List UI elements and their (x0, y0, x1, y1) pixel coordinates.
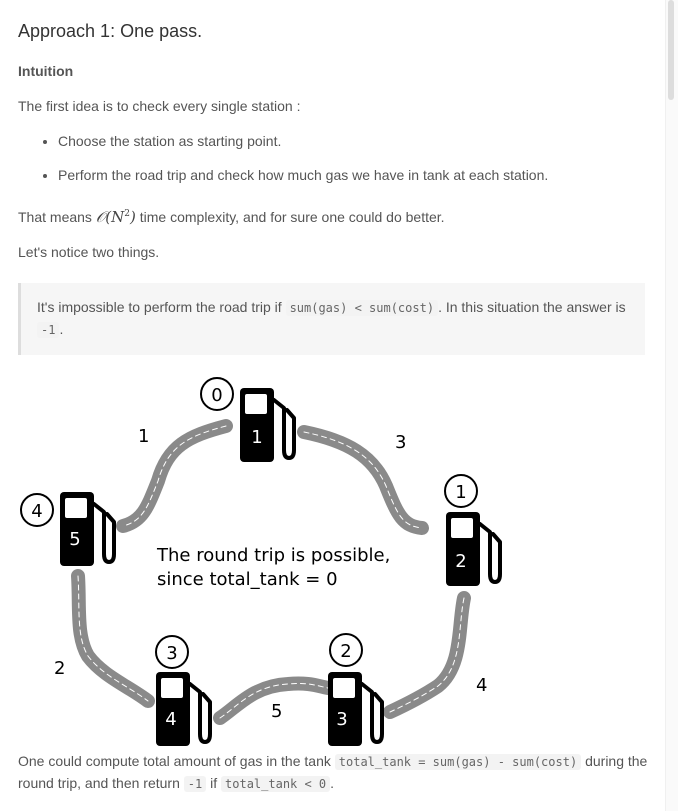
station-gas: 5 (69, 529, 80, 550)
bottom-text: . (330, 775, 335, 791)
list-item: Perform the road trip and check how much… (58, 166, 548, 184)
gas-pump-icon (156, 672, 212, 746)
inline-code: total_tank = sum(gas) - sum(cost) (334, 754, 582, 770)
station-index: 1 (455, 482, 466, 503)
page-title: Approach 1: One pass. (18, 21, 203, 41)
station-gas: 2 (455, 551, 466, 572)
bottom-text: if (210, 775, 218, 791)
diagram-caption-line-2: since total_tank = 0 (157, 569, 338, 590)
gas-pump-icon (446, 512, 502, 586)
road-cost: 1 (138, 426, 149, 447)
note-text: It's impossible to perform the road trip… (37, 299, 282, 315)
math-close: ) (130, 208, 136, 226)
station-index: 3 (166, 643, 177, 664)
road-cost: 4 (476, 675, 487, 696)
station-0: 0 1 (200, 377, 296, 462)
note-blockquote: It's impossible to perform the road trip… (18, 283, 645, 355)
station-index: 4 (31, 501, 42, 522)
complexity-text-after: time complexity, and for sure one could … (139, 209, 445, 225)
road-cost: 2 (54, 658, 65, 679)
inline-code: -1 (37, 322, 60, 338)
list-item: Choose the station as starting point. (58, 132, 548, 150)
bottom-paragraph: One could compute total amount of gas in… (18, 751, 648, 795)
notice-paragraph: Let's notice two things. (18, 244, 160, 260)
station-3: 3 4 (155, 635, 212, 746)
note-text: . In this situation the answer is (438, 299, 626, 315)
gas-pump-icon (60, 492, 116, 566)
station-1: 1 2 (444, 474, 502, 586)
complexity-formula: 𝒪(N2) (96, 208, 136, 226)
station-gas: 4 (165, 709, 176, 730)
scrollbar-track[interactable] (665, 0, 678, 811)
intro-paragraph: The first idea is to check every single … (18, 98, 301, 114)
road-cost: 3 (395, 432, 406, 453)
inline-code: total_tank < 0 (221, 776, 331, 792)
station-4: 4 5 (20, 492, 116, 566)
bottom-text: One could compute total amount of gas in… (18, 753, 331, 769)
station-index: 2 (340, 641, 351, 662)
gas-pump-icon (240, 388, 296, 462)
gas-station-diagram: 0 1 1 2 2 3 3 4 4 5 3 4 5 2 1 The round … (20, 377, 502, 746)
station-gas: 3 (336, 709, 347, 730)
road-cost: 5 (271, 701, 282, 722)
station-index: 0 (211, 385, 222, 406)
complexity-paragraph: That means 𝒪(N2) time complexity, and fo… (18, 208, 445, 226)
note-text: . (59, 321, 64, 337)
scrollbar-thumb[interactable] (668, 0, 674, 100)
bullet-list: Choose the station as starting point. Pe… (42, 132, 548, 200)
diagram-caption-line-1: The round trip is possible, (156, 545, 390, 566)
inline-code: -1 (183, 776, 207, 792)
station-2: 2 3 (328, 633, 384, 746)
station-gas: 1 (251, 427, 262, 448)
inline-code: sum(gas) < sum(cost) (285, 300, 439, 316)
math-big-o: 𝒪( (95, 208, 112, 226)
complexity-text-before: That means (18, 209, 92, 225)
math-n: N (111, 208, 125, 226)
section-subheading: Intuition (18, 63, 74, 79)
